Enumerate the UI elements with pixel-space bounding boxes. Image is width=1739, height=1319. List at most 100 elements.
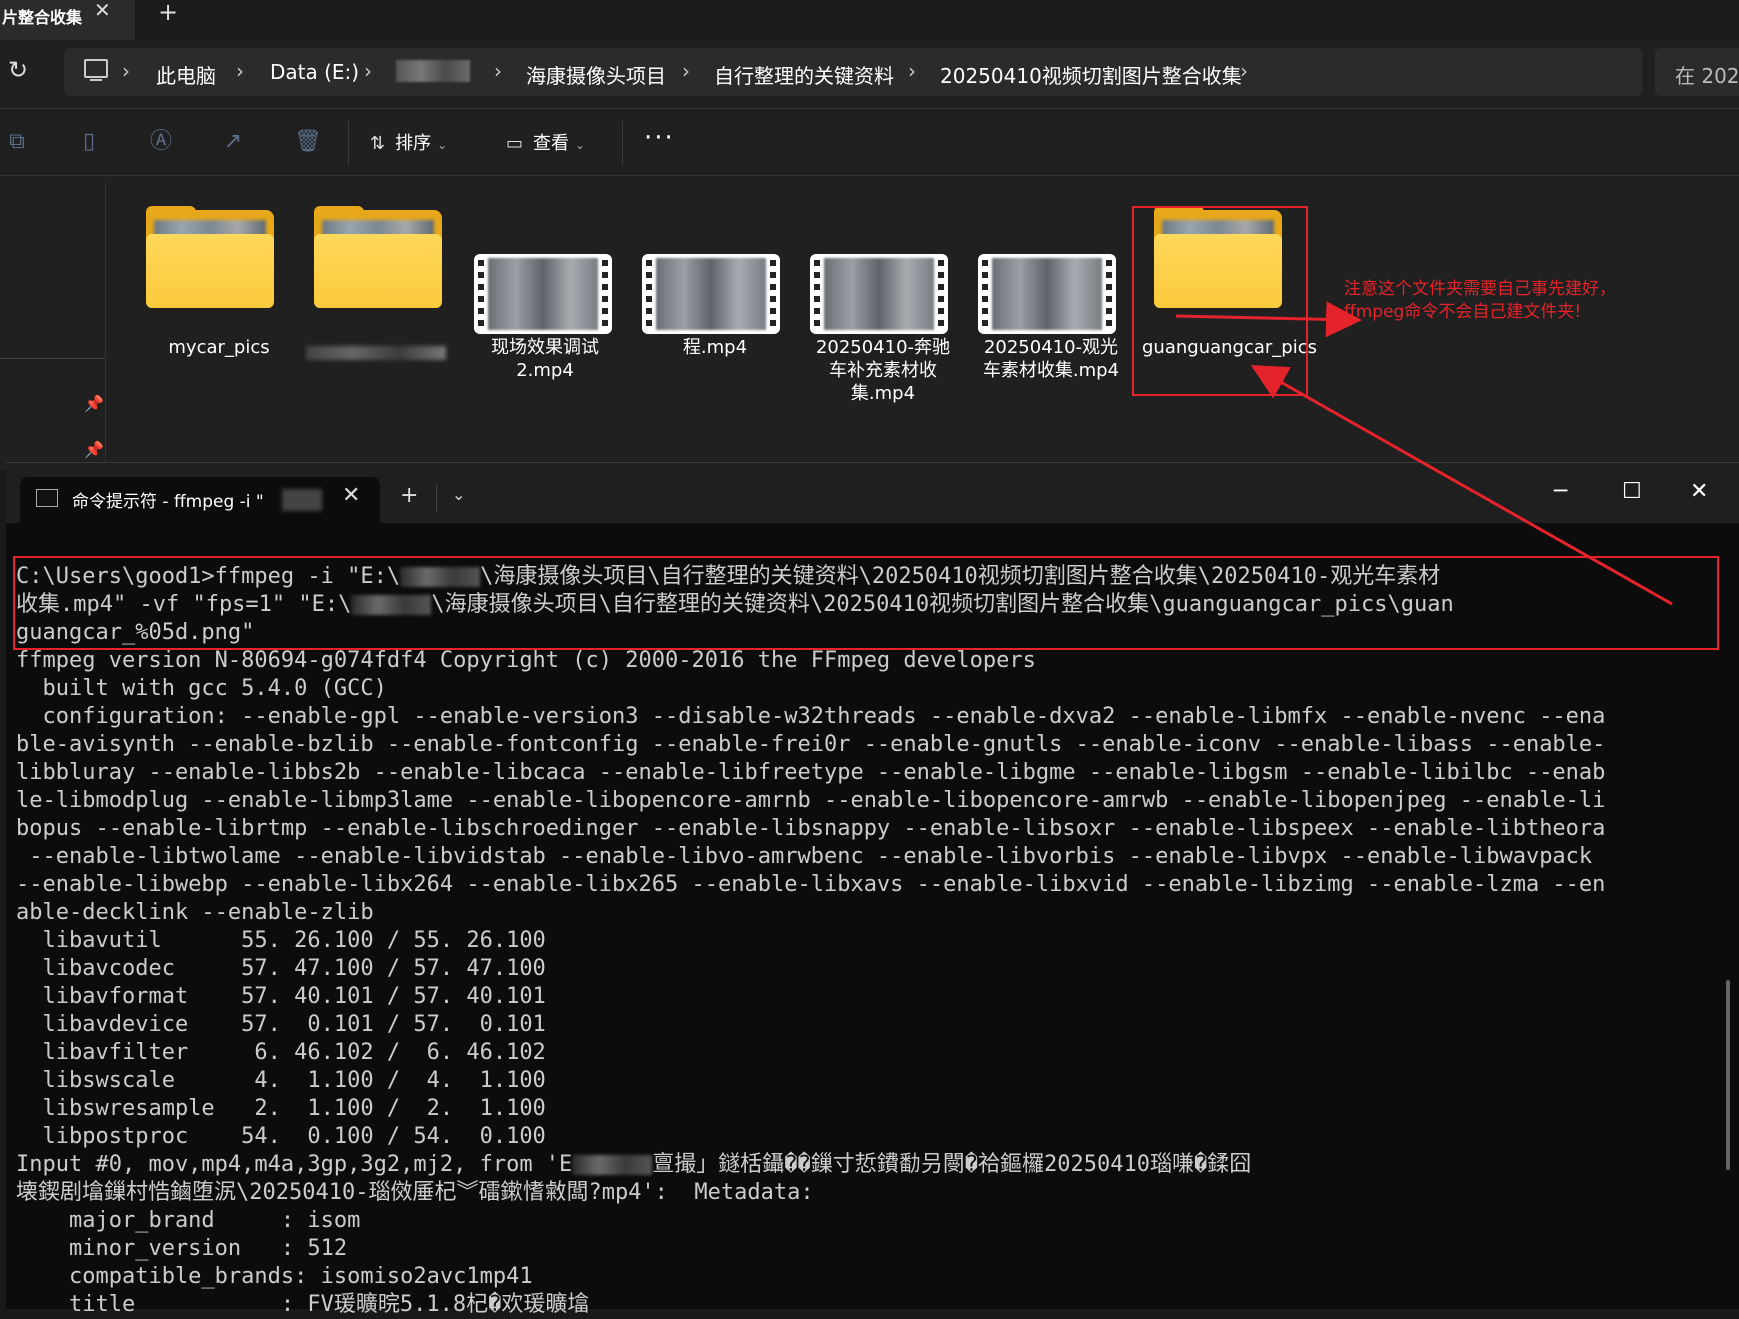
console-text: libswscale 4. 1.100 / 4. 1.100 — [16, 1068, 546, 1093]
console-text: Input #0, mov,mp4,m4a,3gp,3g2,mj2, from … — [16, 1152, 573, 1177]
console-text: --enable-libtwolame --enable-libvidstab … — [16, 844, 1593, 869]
file-label: 20250410-奔驰车补充素材收集.mp4 — [815, 337, 951, 404]
terminal-tab[interactable]: 命令提示符 - ffmpeg -i " ✕ — [20, 477, 380, 523]
highlight-box-command — [13, 556, 1719, 650]
terminal-scrollbar[interactable] — [1726, 980, 1730, 1170]
sort-button[interactable]: ⇅ 排序 ⌄ — [370, 129, 447, 155]
chevron-right-icon[interactable]: › — [364, 59, 372, 83]
console-line: configuration: --enable-gpl --enable-ver… — [16, 703, 1716, 731]
file-label: 程.mp4 — [682, 337, 748, 358]
explorer-tab-bar: 片整合收集 ✕ + — [0, 0, 1739, 40]
new-tab-button[interactable]: + — [400, 483, 418, 508]
share-icon[interactable]: ↗ — [222, 131, 244, 153]
paste-icon[interactable]: ▯ — [78, 131, 100, 153]
breadcrumb-current-folder[interactable]: 20250410视频切割图片整合收集 — [940, 60, 1242, 89]
chevron-right-icon[interactable]: › — [1240, 59, 1248, 83]
console-text: minor_version : 512 — [16, 1236, 348, 1261]
console-line: title : FV瑗曠晥5.1.8杞�欢瑗曠墖 — [16, 1291, 1716, 1319]
explorer-tab[interactable]: 片整合收集 ✕ — [0, 0, 135, 40]
pin-icon[interactable]: 📌 — [84, 440, 104, 459]
computer-icon[interactable] — [84, 59, 108, 81]
close-tab-icon[interactable]: ✕ — [94, 0, 111, 22]
close-tab-icon[interactable]: ✕ — [342, 483, 360, 508]
console-text: 亶撮」鐩栝鑷��鏁寸悊鐨勫叧閿�祫鏂欏20250410瑙嗛�鍒囧 — [652, 1152, 1252, 1177]
view-button[interactable]: ▭ 查看 ⌄ — [506, 129, 585, 155]
breadcrumb-hikvision-project[interactable]: 海康摄像头项目 — [526, 60, 666, 89]
toolbar-divider — [622, 121, 623, 165]
terminal-tab-title: 命令提示符 - ffmpeg -i " — [72, 492, 264, 512]
annotation-line-2: ffmpeg命令不会自己建文件夹! — [1344, 302, 1582, 322]
console-text: le-libmodplug --enable-libmp3lame --enab… — [16, 788, 1606, 813]
console-output[interactable]: C:\Users\good1>ffmpeg -i "E:\ \海康摄像头项目\自行… — [16, 563, 1716, 1319]
console-line: Input #0, mov,mp4,m4a,3gp,3g2,mj2, from … — [16, 1151, 1716, 1179]
redacted-title — [282, 489, 322, 511]
console-text: libavcodec 57. 47.100 / 57. 47.100 — [16, 956, 546, 981]
video-file-icon — [474, 254, 612, 334]
breadcrumb-key-materials[interactable]: 自行整理的关键资料 — [714, 60, 894, 89]
video-file-icon — [978, 254, 1116, 334]
sort-label: 排序 — [395, 133, 432, 154]
console-text: --enable-libwebp --enable-libx264 --enab… — [16, 872, 1606, 897]
console-text: libpostproc 54. 0.100 / 54. 0.100 — [16, 1124, 546, 1149]
console-text: compatible_brands: isomiso2avc1mp41 — [16, 1264, 533, 1289]
console-text: libswresample 2. 1.100 / 2. 1.100 — [16, 1096, 546, 1121]
console-text: major_brand : isom — [16, 1208, 361, 1233]
folder-icon — [314, 206, 442, 310]
breadcrumb-data-drive[interactable]: Data (E:) — [270, 60, 359, 84]
console-line: libavformat 57. 40.101 / 57. 40.101 — [16, 983, 1716, 1011]
chevron-right-icon[interactable]: › — [908, 59, 916, 83]
navigation-pane: 📌 📌 — [0, 182, 106, 472]
console-line: bopus --enable-librtmp --enable-libschro… — [16, 815, 1716, 843]
delete-icon[interactable]: 🗑 — [294, 131, 322, 153]
console-text: title : FV瑗曠晥5.1.8杞�欢瑗曠墖 — [16, 1292, 590, 1317]
console-line: libbluray --enable-libbs2b --enable-libc… — [16, 759, 1716, 787]
console-text: able-decklink --enable-zlib — [16, 900, 374, 925]
new-tab-button[interactable]: + — [158, 0, 178, 26]
minimize-button[interactable]: ─ — [1554, 479, 1567, 504]
console-line: libswscale 4. 1.100 / 4. 1.100 — [16, 1067, 1716, 1095]
search-box[interactable]: 在 202 — [1655, 48, 1739, 96]
console-text: libavfilter 6. 46.102 / 6. 46.102 — [16, 1040, 546, 1065]
copy-icon[interactable]: ⧉ — [6, 131, 28, 153]
search-placeholder: 在 202 — [1675, 64, 1739, 88]
chevron-down-icon[interactable]: ⌄ — [452, 485, 465, 504]
file-label: mycar_pics — [168, 337, 270, 358]
breadcrumb[interactable]: › 此电脑 › Data (E:) › › 海康摄像头项目 › 自行整理的关键资… — [64, 48, 1642, 96]
console-text: libavutil 55. 26.100 / 55. 26.100 — [16, 928, 546, 953]
console-line: ffmpeg version N-80694-g074fdf4 Copyrigh… — [16, 647, 1716, 675]
file-explorer-window: 片整合收集 ✕ + ↻ › 此电脑 › Data (E:) › › 海康摄像头项… — [0, 0, 1739, 472]
console-line: libavcodec 57. 47.100 / 57. 47.100 — [16, 955, 1716, 983]
close-window-button[interactable]: ✕ — [1690, 479, 1708, 504]
breadcrumb-this-pc[interactable]: 此电脑 — [156, 60, 216, 89]
console-text: ble-avisynth --enable-bzlib --enable-fon… — [16, 732, 1606, 757]
console-text: configuration: --enable-gpl --enable-ver… — [16, 704, 1606, 729]
chevron-right-icon[interactable]: › — [494, 59, 502, 83]
maximize-button[interactable]: ☐ — [1622, 479, 1642, 504]
console-line: ble-avisynth --enable-bzlib --enable-fon… — [16, 731, 1716, 759]
console-text: 壊鍥剧墖鏁村悎鏀堕泦\20250410-瑙傚厜杞︾礌鏉愭敹闆?mp4': Met… — [16, 1180, 814, 1205]
redacted-path — [572, 1155, 653, 1175]
video-file-icon — [642, 254, 780, 334]
pin-icon[interactable]: 📌 — [84, 394, 104, 413]
annotation-line-1: 注意这个文件夹需要自己事先建好， — [1344, 279, 1616, 299]
folder-icon — [146, 206, 274, 310]
explorer-tab-title: 片整合收集 — [2, 8, 83, 27]
view-icon: ▭ — [506, 133, 524, 154]
address-row: ↻ › 此电脑 › Data (E:) › › 海康摄像头项目 › 自行整理的关… — [0, 48, 1739, 98]
chevron-right-icon[interactable]: › — [236, 59, 244, 83]
console-text: bopus --enable-librtmp --enable-libschro… — [16, 816, 1606, 841]
console-text: libavdevice 57. 0.101 / 57. 0.101 — [16, 1012, 546, 1037]
redacted-folder-name — [396, 60, 470, 82]
refresh-icon[interactable]: ↻ — [8, 56, 28, 84]
view-label: 查看 — [533, 133, 570, 154]
chevron-down-icon: ⌄ — [575, 138, 586, 152]
chevron-down-icon: ⌄ — [437, 138, 448, 152]
console-line: able-decklink --enable-zlib — [16, 899, 1716, 927]
chevron-right-icon[interactable]: › — [122, 59, 130, 83]
rename-icon[interactable]: Ⓐ — [150, 131, 172, 153]
chevron-right-icon[interactable]: › — [682, 59, 690, 83]
video-file-icon — [810, 254, 948, 334]
more-options-button[interactable]: ··· — [644, 123, 675, 153]
console-line: compatible_brands: isomiso2avc1mp41 — [16, 1263, 1716, 1291]
console-line: le-libmodplug --enable-libmp3lame --enab… — [16, 787, 1716, 815]
